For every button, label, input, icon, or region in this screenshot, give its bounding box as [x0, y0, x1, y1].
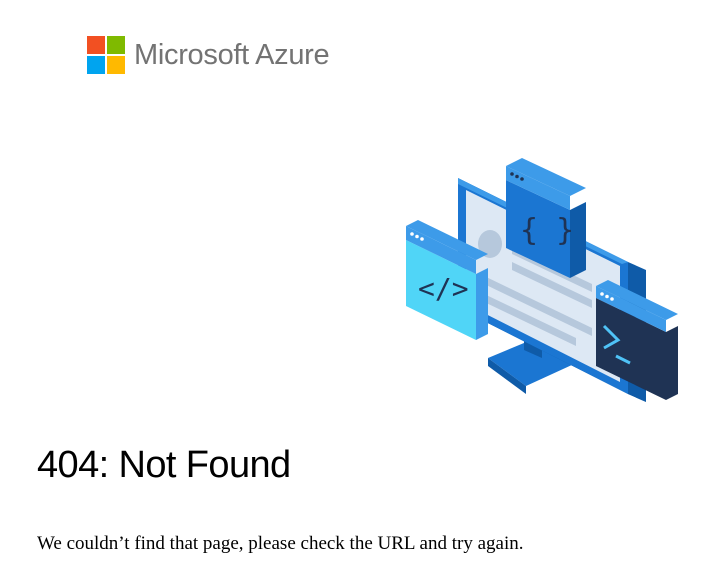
code-window-dot-2: [415, 234, 419, 239]
terminal-window-dot-1: [600, 292, 604, 296]
terminal-window-dot-2: [605, 294, 609, 299]
terminal-window-dot-3: [610, 297, 614, 301]
error-message: We couldn’t find that page, please check…: [37, 533, 524, 554]
page-title: 404: Not Found: [37, 444, 291, 486]
braces-window-dot-3: [520, 177, 524, 181]
computer-code-illustration-icon: { } </>: [406, 158, 678, 402]
logo-square-green: [107, 36, 125, 54]
code-tag-glyph: </>: [418, 272, 469, 305]
braces-glyph: { }: [520, 213, 574, 248]
braces-window-dot-1: [510, 172, 514, 176]
logo-square-yellow: [107, 56, 125, 74]
logo-square-red: [87, 36, 105, 54]
code-window-side: [476, 268, 488, 340]
braces-window-dot-2: [515, 174, 519, 179]
code-window-dot-1: [410, 232, 414, 236]
code-window-dot-3: [420, 237, 424, 241]
terminal-window-side: [666, 326, 678, 400]
microsoft-logo-icon: [87, 36, 125, 74]
brand-header: Microsoft Azure: [87, 36, 330, 74]
brand-name: Microsoft Azure: [134, 39, 330, 71]
logo-square-blue: [87, 56, 105, 74]
